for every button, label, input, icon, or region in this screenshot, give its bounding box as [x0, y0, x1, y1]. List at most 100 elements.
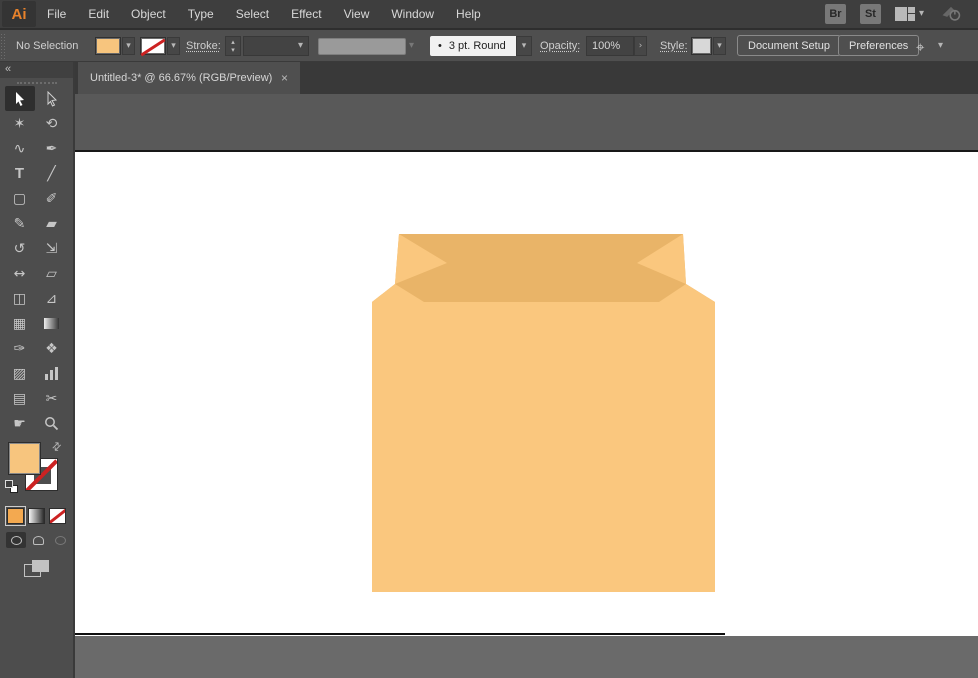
gradient-tool[interactable]: [37, 311, 67, 336]
close-tab-icon[interactable]: ×: [279, 71, 290, 85]
transform-dropdown[interactable]: ▾: [938, 41, 943, 51]
default-fill-stroke-icon[interactable]: [5, 480, 18, 493]
pen-tool[interactable]: ✒: [37, 136, 67, 161]
panel-grip[interactable]: [0, 33, 7, 59]
stroke-color-dropdown[interactable]: ▾: [167, 37, 180, 55]
brush-definition-value: 3 pt. Round: [449, 40, 506, 52]
brush-dot-icon: •: [438, 40, 442, 52]
swap-fill-stroke-icon[interactable]: ⇄: [49, 439, 65, 455]
menu-help[interactable]: Help: [445, 0, 492, 28]
menu-select[interactable]: Select: [225, 0, 280, 28]
mesh-tool[interactable]: ▦: [5, 311, 35, 336]
symbol-sprayer-tool[interactable]: ▨: [5, 361, 35, 386]
selection-status: No Selection: [16, 40, 78, 52]
fill-stroke-indicator: ⇄: [0, 442, 73, 500]
style-label[interactable]: Style:: [660, 40, 688, 52]
preferences-button[interactable]: Preferences: [838, 35, 919, 56]
paintbrush-tool[interactable]: ✐: [37, 186, 67, 211]
width-profile-select[interactable]: [318, 38, 406, 55]
blend-tool[interactable]: ❖: [37, 336, 67, 361]
tools-panel: « ✶ ⟲ ∿ ✒ T ╱ ▢ ✐ ✎ ▰ ↺ ⇲ ↔ ▱ ◫ ⊿ ▦ ✑ ❖ …: [0, 62, 75, 678]
control-bar: No Selection ▾ ▾ Stroke: ▴ ▾ ▾ ▾ • 3 pt.…: [0, 30, 978, 62]
pasteboard-below-artboard: [75, 636, 978, 678]
column-graph-tool[interactable]: [37, 361, 67, 386]
direct-selection-tool[interactable]: [37, 86, 67, 111]
pasteboard-above-artboard: [75, 94, 978, 152]
scale-tool[interactable]: ⇲: [37, 236, 67, 261]
document-tab[interactable]: Untitled-3* @ 66.67% (RGB/Preview) ×: [78, 62, 300, 94]
lasso-tool[interactable]: ⟲: [37, 111, 67, 136]
menu-object[interactable]: Object: [120, 0, 177, 28]
shape-builder-tool[interactable]: ◫: [5, 286, 35, 311]
perspective-grid-tool[interactable]: ⊿: [37, 286, 67, 311]
stroke-weight-label[interactable]: Stroke:: [186, 40, 221, 52]
artboard-tool[interactable]: ▤: [5, 386, 35, 411]
stroke-color-swatch[interactable]: [140, 37, 166, 55]
menu-effect[interactable]: Effect: [280, 0, 332, 28]
draw-behind-mode[interactable]: [28, 532, 48, 548]
workspace-grid-icon: [895, 7, 915, 21]
illustrator-logo: Ai: [2, 1, 36, 27]
fill-color-box[interactable]: [8, 442, 41, 475]
eraser-tool[interactable]: ▰: [37, 211, 67, 236]
free-transform-tool[interactable]: ▱: [37, 261, 67, 286]
stroke-weight-select[interactable]: ▾: [243, 36, 309, 56]
chevron-down-icon: ▾: [298, 41, 303, 51]
change-screen-mode-button[interactable]: [24, 560, 50, 580]
none-button[interactable]: [49, 508, 66, 524]
screen-mode-icon-front: [32, 560, 49, 572]
fill-color-swatch[interactable]: [95, 37, 121, 55]
menu-file[interactable]: File: [36, 0, 77, 28]
magic-wand-tool[interactable]: ✶: [5, 111, 35, 136]
zoom-tool[interactable]: [37, 411, 67, 436]
stroke-weight-stepper[interactable]: ▴ ▾: [225, 36, 241, 56]
brush-definition-dropdown[interactable]: ▾: [516, 36, 532, 56]
collapse-panel-button[interactable]: «: [0, 62, 73, 78]
style-swatch[interactable]: [691, 37, 712, 55]
pencil-tool[interactable]: ✎: [5, 211, 35, 236]
paper-bag-artwork[interactable]: [372, 233, 715, 592]
draw-inside-mode[interactable]: [50, 532, 70, 548]
bag-body-shape[interactable]: [372, 302, 715, 592]
fill-color-dropdown[interactable]: ▾: [122, 37, 135, 55]
rectangle-tool[interactable]: ▢: [5, 186, 35, 211]
artboard-canvas[interactable]: [75, 94, 978, 678]
opacity-stepper[interactable]: ›: [634, 36, 647, 56]
line-segment-tool[interactable]: ╱: [37, 161, 67, 186]
document-tab-bar: Untitled-3* @ 66.67% (RGB/Preview) ×: [75, 62, 978, 94]
eyedropper-tool[interactable]: ✑: [5, 336, 35, 361]
document-tab-title: Untitled-3* @ 66.67% (RGB/Preview): [90, 72, 272, 84]
transform-reference-icon[interactable]: ⌖: [916, 38, 924, 56]
brush-definition-select[interactable]: • 3 pt. Round: [430, 36, 516, 56]
rotate-tool[interactable]: ↺: [5, 236, 35, 261]
gradient-icon: [44, 318, 59, 329]
panel-drag-handle[interactable]: [17, 82, 57, 84]
width-tool[interactable]: ↔: [5, 261, 35, 286]
sync-status-icon: [938, 3, 964, 26]
selection-tool[interactable]: [5, 86, 35, 111]
slice-tool[interactable]: ✂: [37, 386, 67, 411]
hand-tool[interactable]: ☛: [5, 411, 35, 436]
bridge-button[interactable]: Br: [825, 4, 846, 24]
style-dropdown[interactable]: ▾: [713, 37, 726, 55]
menu-type[interactable]: Type: [177, 0, 225, 28]
menu-view[interactable]: View: [333, 0, 381, 28]
workspace-switcher[interactable]: ▾: [895, 7, 924, 21]
gradient-button[interactable]: [28, 508, 45, 524]
color-mode-row: [0, 508, 73, 524]
stepper-down-icon[interactable]: ▾: [231, 47, 235, 54]
menu-window[interactable]: Window: [380, 0, 445, 28]
opacity-input[interactable]: 100%: [586, 36, 634, 56]
stock-button[interactable]: St: [860, 4, 881, 24]
menu-bar: Ai File Edit Object Type Select Effect V…: [0, 0, 978, 30]
draw-normal-mode[interactable]: [6, 532, 26, 548]
menu-edit[interactable]: Edit: [77, 0, 120, 28]
curvature-tool[interactable]: ∿: [5, 136, 35, 161]
opacity-label[interactable]: Opacity:: [540, 40, 580, 52]
stepper-up-icon[interactable]: ▴: [231, 39, 235, 46]
color-button[interactable]: [7, 508, 24, 524]
tool-grid: ✶ ⟲ ∿ ✒ T ╱ ▢ ✐ ✎ ▰ ↺ ⇲ ↔ ▱ ◫ ⊿ ▦ ✑ ❖ ▨ …: [0, 86, 73, 436]
type-tool[interactable]: T: [5, 161, 35, 186]
document-setup-button[interactable]: Document Setup: [737, 35, 841, 56]
chevron-down-icon: ▾: [919, 9, 924, 19]
